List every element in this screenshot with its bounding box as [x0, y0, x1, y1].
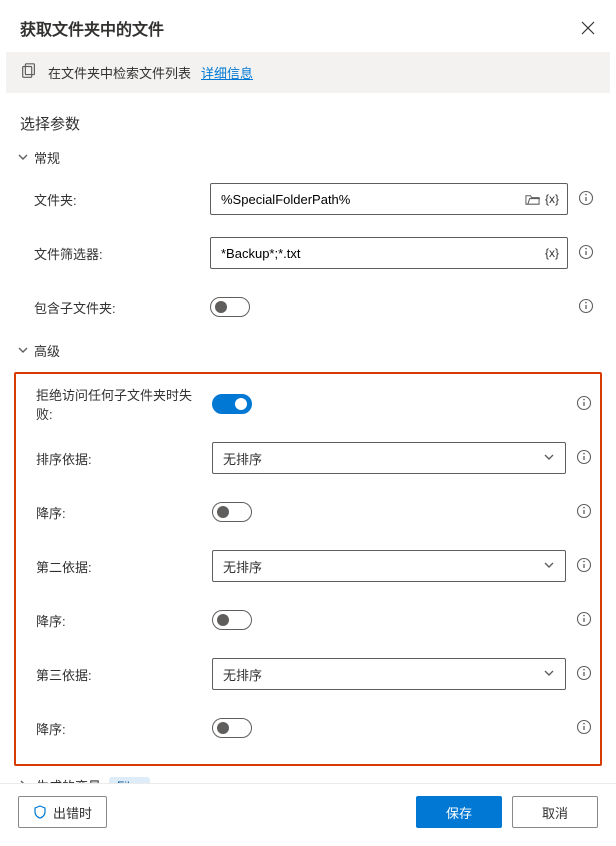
- label-desc3: 降序:: [36, 719, 204, 738]
- label-filter: 文件筛选器:: [34, 244, 202, 263]
- chevron-down-icon: [543, 451, 555, 466]
- select-second-by[interactable]: 无排序: [212, 550, 566, 582]
- label-desc2: 降序:: [36, 611, 204, 630]
- chevron-down-icon: [543, 559, 555, 574]
- footer-right-buttons: 保存 取消: [416, 796, 598, 828]
- help-third-by[interactable]: [576, 665, 592, 684]
- info-icon: [578, 190, 594, 206]
- info-bar: 在文件夹中检索文件列表 详细信息: [6, 52, 610, 93]
- row-desc1: 降序:: [36, 492, 594, 532]
- variable-picker-button[interactable]: {x}: [543, 192, 561, 206]
- info-icon: [576, 395, 592, 411]
- info-icon: [576, 665, 592, 681]
- chevron-down-icon: [18, 343, 28, 358]
- select-third-by[interactable]: 无排序: [212, 658, 566, 690]
- select-second-by-value: 无排序: [223, 557, 262, 576]
- group-header-advanced[interactable]: 高级: [18, 341, 596, 360]
- dialog-title: 获取文件夹中的文件: [20, 16, 164, 40]
- help-include-sub[interactable]: [578, 298, 594, 317]
- label-sort-by: 排序依据:: [36, 449, 204, 468]
- row-desc2: 降序:: [36, 600, 594, 640]
- help-filter[interactable]: [578, 244, 594, 263]
- label-desc1: 降序:: [36, 503, 204, 522]
- info-link[interactable]: 详细信息: [201, 63, 253, 82]
- shield-icon: [33, 805, 47, 819]
- label-second-by: 第二依据:: [36, 557, 204, 576]
- group-header-general[interactable]: 常规: [18, 148, 596, 167]
- label-folder: 文件夹:: [34, 190, 202, 209]
- dialog-header: 获取文件夹中的文件: [0, 0, 616, 52]
- row-fail-on-deny: 拒绝访问任何子文件夹时失败:: [36, 384, 594, 424]
- cancel-button[interactable]: 取消: [512, 796, 598, 828]
- label-fail-on-deny: 拒绝访问任何子文件夹时失败:: [36, 385, 204, 423]
- folder-input[interactable]: [221, 192, 523, 207]
- folder-open-icon: [525, 192, 540, 207]
- chevron-right-icon: [18, 778, 28, 783]
- help-desc3[interactable]: [576, 719, 592, 738]
- dialog-footer: 出错时 保存 取消: [0, 783, 616, 846]
- select-third-by-value: 无排序: [223, 665, 262, 684]
- filter-input-wrap: {x}: [210, 237, 568, 269]
- chevron-down-icon: [543, 667, 555, 682]
- row-second-by: 第二依据: 无排序: [36, 546, 594, 586]
- files-icon: [20, 62, 38, 83]
- label-third-by: 第三依据:: [36, 665, 204, 684]
- toggle-include-sub[interactable]: [210, 297, 250, 317]
- toggle-fail-on-deny[interactable]: [212, 394, 252, 414]
- info-text: 在文件夹中检索文件列表: [48, 63, 191, 82]
- info-icon: [576, 719, 592, 735]
- info-icon: [576, 503, 592, 519]
- select-sort-by-value: 无排序: [223, 449, 262, 468]
- section-select-params: 选择参数: [20, 113, 596, 134]
- info-icon: [576, 557, 592, 573]
- help-fail-on-deny[interactable]: [576, 395, 592, 414]
- help-folder[interactable]: [578, 190, 594, 209]
- folder-input-wrap: {x}: [210, 183, 568, 215]
- group-label-advanced: 高级: [34, 341, 60, 360]
- row-third-by: 第三依据: 无排序: [36, 654, 594, 694]
- row-desc3: 降序:: [36, 708, 594, 748]
- help-desc1[interactable]: [576, 503, 592, 522]
- help-second-by[interactable]: [576, 557, 592, 576]
- close-icon: [581, 21, 595, 35]
- toggle-desc3[interactable]: [212, 718, 252, 738]
- group-label-general: 常规: [34, 148, 60, 167]
- on-error-label: 出错时: [53, 803, 92, 822]
- group-header-generated-vars[interactable]: 生成的变量 Files: [18, 776, 596, 783]
- help-desc2[interactable]: [576, 611, 592, 630]
- info-icon: [576, 449, 592, 465]
- chevron-down-icon: [18, 150, 28, 165]
- info-icon: [578, 298, 594, 314]
- group-label-generated-vars: 生成的变量: [36, 776, 101, 783]
- row-filter: 文件筛选器: {x}: [34, 233, 596, 273]
- on-error-button[interactable]: 出错时: [18, 796, 107, 828]
- help-sort-by[interactable]: [576, 449, 592, 468]
- row-include-sub: 包含子文件夹:: [34, 287, 596, 327]
- close-button[interactable]: [580, 20, 596, 36]
- highlighted-section: 拒绝访问任何子文件夹时失败: 排序依据: 无排序 降序:: [14, 372, 602, 766]
- save-button[interactable]: 保存: [416, 796, 502, 828]
- info-icon: [578, 244, 594, 260]
- variable-picker-button-filter[interactable]: {x}: [543, 246, 561, 260]
- row-sort-by: 排序依据: 无排序: [36, 438, 594, 478]
- select-sort-by[interactable]: 无排序: [212, 442, 566, 474]
- dialog-body: 选择参数 常规 文件夹: {x} 文件筛选器:: [0, 105, 616, 783]
- toggle-desc2[interactable]: [212, 610, 252, 630]
- group-general: 文件夹: {x} 文件筛选器: {x}: [20, 179, 596, 327]
- toggle-desc1[interactable]: [212, 502, 252, 522]
- browse-folder-button[interactable]: [523, 192, 543, 207]
- info-icon: [576, 611, 592, 627]
- label-include-sub: 包含子文件夹:: [34, 298, 202, 317]
- filter-input[interactable]: [221, 246, 543, 261]
- row-folder: 文件夹: {x}: [34, 179, 596, 219]
